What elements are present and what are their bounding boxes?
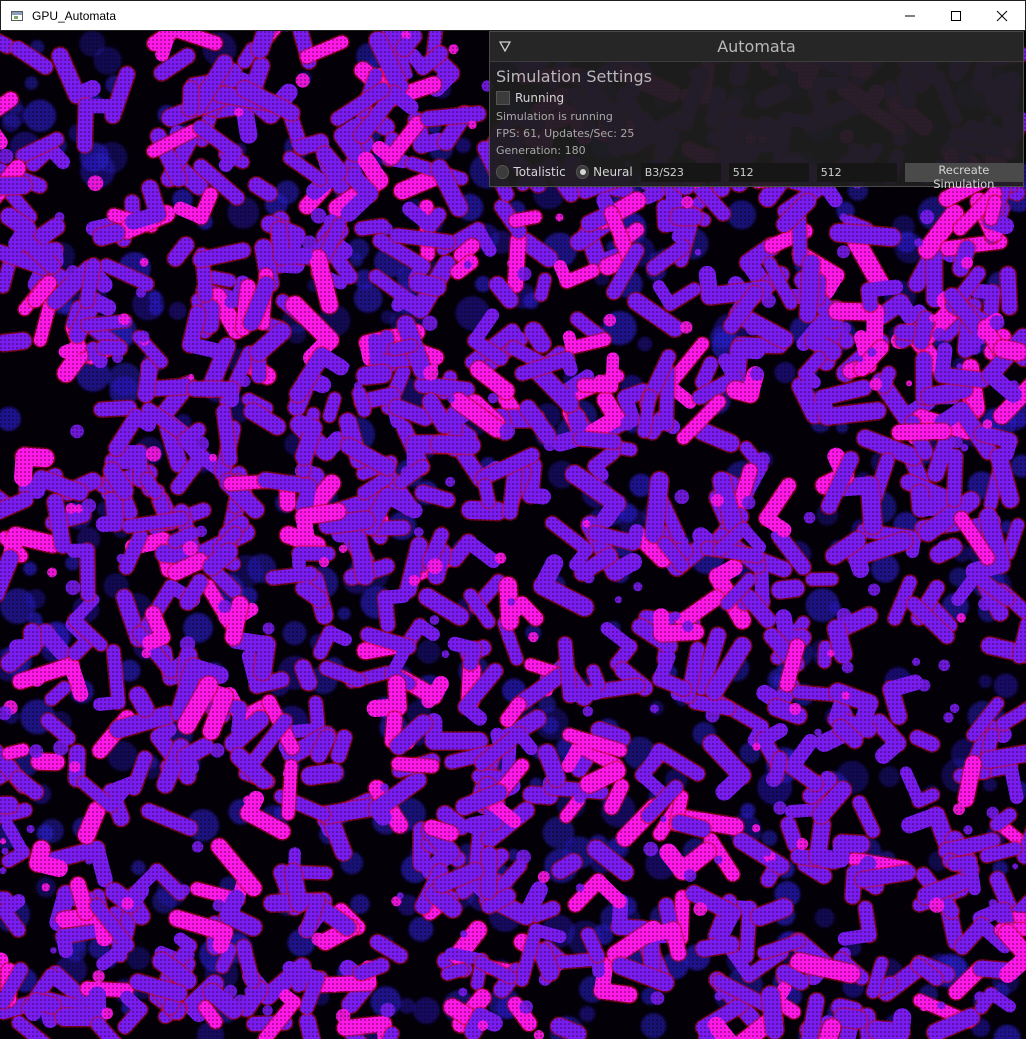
generation-text: Generation: 180 (496, 144, 586, 157)
automata-panel: Automata Simulation Settings Running Sim… (489, 31, 1024, 191)
minimize-button[interactable] (887, 1, 933, 31)
section-title: Simulation Settings (496, 67, 652, 86)
width-input[interactable] (728, 162, 809, 182)
totalistic-label: Totalistic (513, 165, 566, 179)
window-controls (887, 1, 1025, 31)
neural-radio[interactable] (575, 165, 590, 179)
close-icon (996, 10, 1008, 22)
panel-title: Automata (717, 37, 796, 56)
recreate-simulation-button[interactable]: Recreate Simulation (904, 162, 1024, 191)
app-window-icon (11, 10, 23, 21)
running-row[interactable]: Running (496, 91, 564, 105)
maximize-button[interactable] (933, 1, 979, 31)
window-titlebar: GPU_Automata (0, 0, 1026, 31)
window-title: GPU_Automata (32, 8, 117, 23)
panel-header[interactable]: Automata (490, 32, 1023, 62)
rule-input[interactable] (640, 162, 721, 182)
maximize-icon (951, 11, 961, 21)
status-text: Simulation is running (496, 110, 613, 123)
totalistic-radio[interactable] (496, 165, 510, 179)
running-label: Running (515, 91, 565, 105)
neural-label: Neural (593, 165, 633, 179)
minimize-icon (905, 15, 915, 17)
fps-text: FPS: 61, Updates/Sec: 25 (496, 127, 635, 140)
simulation-controls: Totalistic Neural Recreate Simulation (496, 162, 1024, 191)
height-input[interactable] (816, 162, 897, 182)
running-checkbox[interactable] (496, 91, 510, 105)
close-button[interactable] (979, 1, 1025, 31)
